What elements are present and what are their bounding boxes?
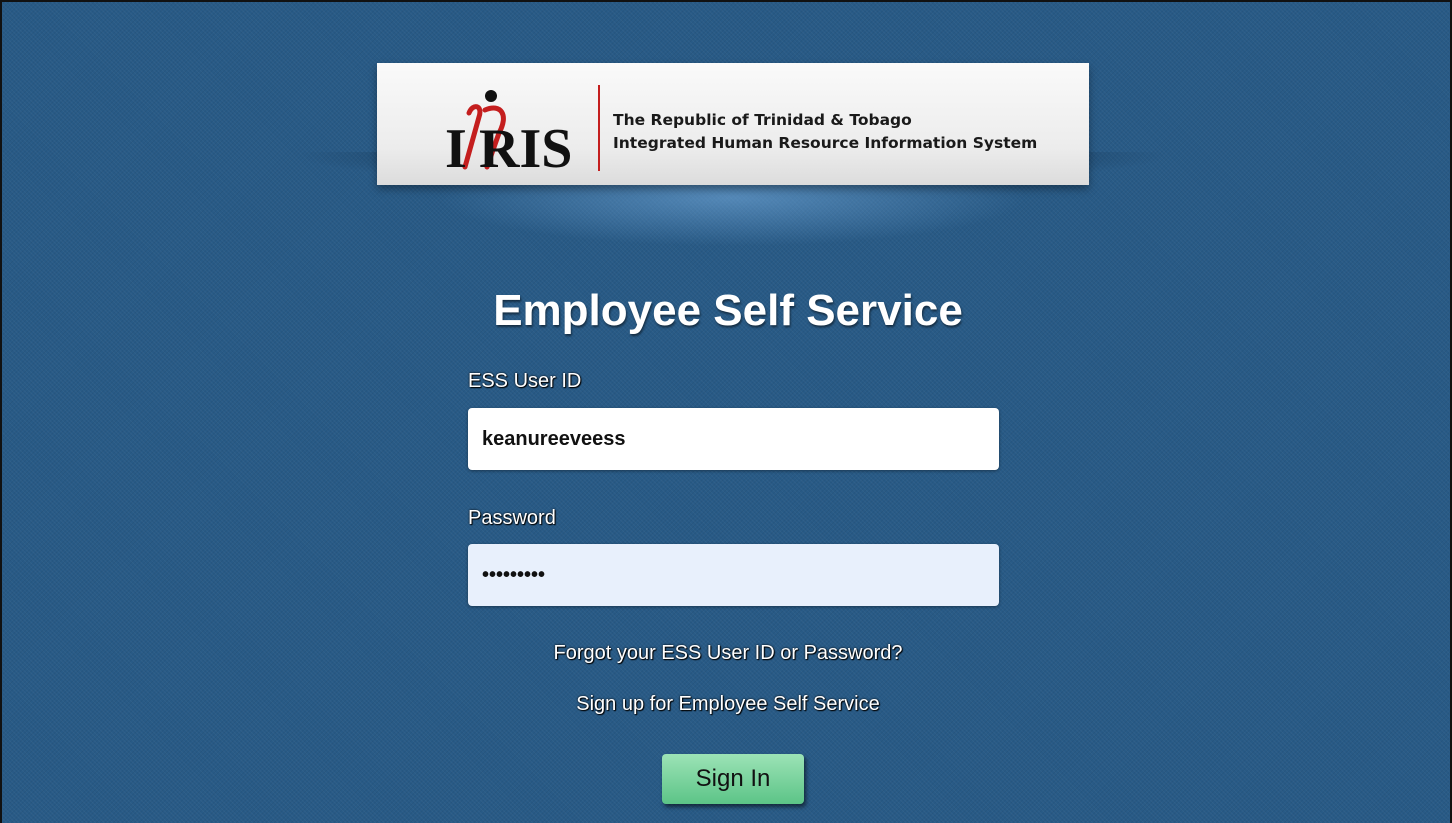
password-label: Password (468, 507, 556, 529)
forgot-credentials-link[interactable]: Forgot your ESS User ID or Password? (2, 642, 1450, 665)
banner-line-1: The Republic of Trinidad & Tobago (613, 111, 912, 129)
user-id-input[interactable] (468, 408, 999, 470)
login-page: I RIS The Republic of Trinidad & Tobago … (0, 0, 1452, 823)
page-title: Employee Self Service (493, 286, 963, 335)
banner-line-2: Integrated Human Resource Information Sy… (613, 134, 1038, 152)
password-input[interactable] (468, 544, 999, 606)
banner-caption: The Republic of Trinidad & Tobago Integr… (613, 109, 1037, 155)
signup-link[interactable]: Sign up for Employee Self Service (2, 693, 1450, 716)
svg-text:I: I (445, 118, 467, 175)
header-banner: I RIS The Republic of Trinidad & Tobago … (377, 63, 1089, 185)
user-id-label: ESS User ID (468, 370, 582, 392)
sign-in-button[interactable]: Sign In (662, 754, 804, 804)
ihris-logo: I RIS (445, 90, 572, 175)
svg-text:RIS: RIS (479, 118, 572, 175)
banner-divider (598, 85, 600, 171)
